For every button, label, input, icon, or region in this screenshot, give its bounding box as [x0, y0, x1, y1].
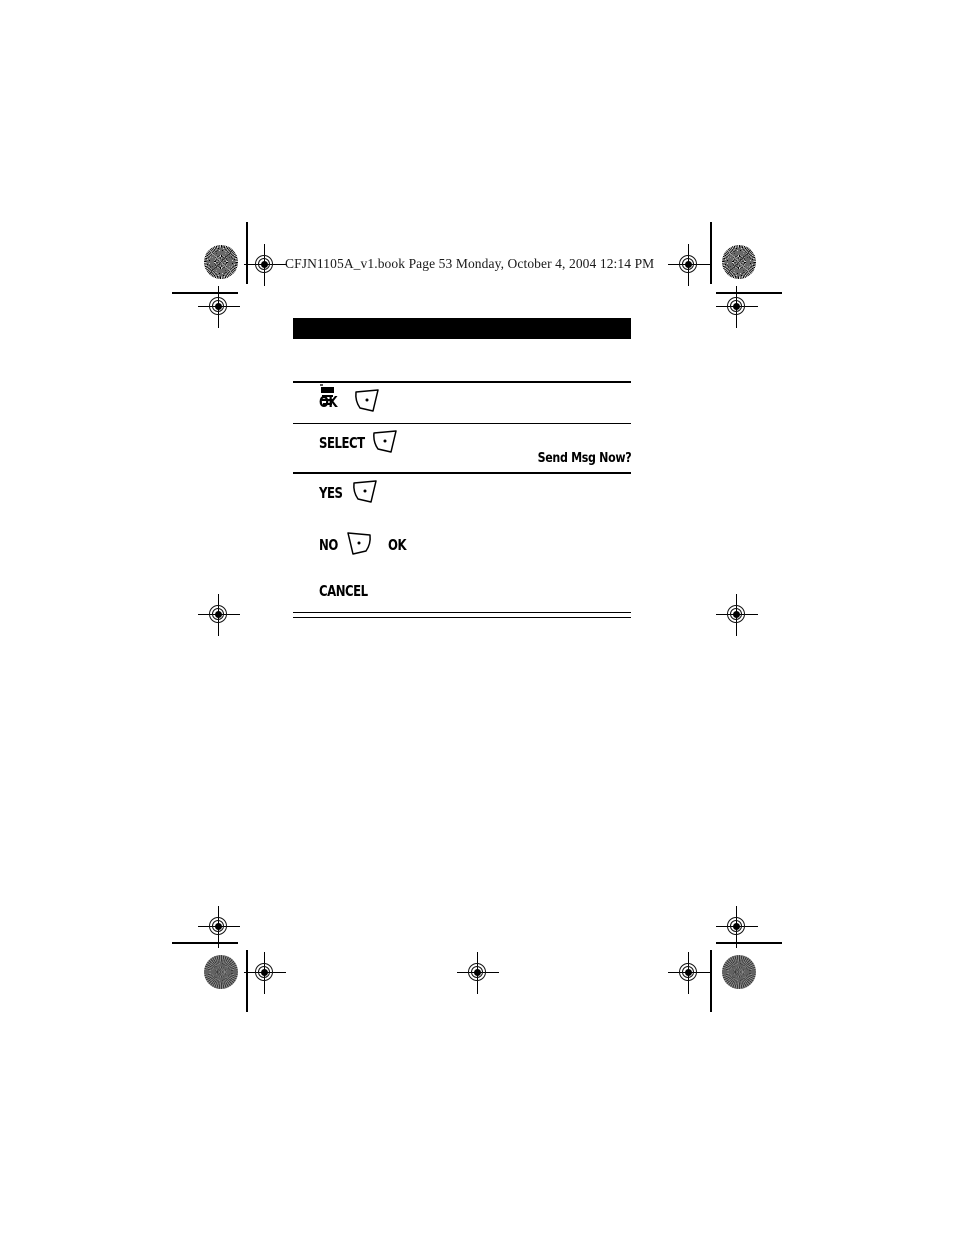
halftone-density-patch: [204, 245, 238, 279]
halftone-density-patch: [722, 955, 756, 989]
registration-target-mark: [716, 286, 758, 328]
registration-target-mark: [457, 952, 499, 994]
registration-target-mark: [198, 594, 240, 636]
step-row-no: NO OK: [293, 526, 631, 572]
crop-mark-line: [246, 950, 248, 1012]
registration-target-mark: [198, 286, 240, 328]
registration-target-mark: [198, 906, 240, 948]
right-soft-key-icon: [353, 388, 381, 413]
step-row-select: SELECT Send Msg Now?: [293, 424, 631, 472]
step-row-ok: OK: [293, 383, 631, 423]
registration-target-mark: [244, 244, 286, 286]
step-label-ok-secondary: OK: [388, 535, 407, 554]
registration-target-mark: [716, 906, 758, 948]
crop-mark-line: [710, 950, 712, 1012]
halftone-density-patch: [722, 245, 756, 279]
step-label-no: NO: [319, 535, 338, 554]
step-label-ok: OK: [319, 392, 338, 411]
right-soft-key-icon: [351, 480, 379, 504]
halftone-density-patch: [204, 955, 238, 989]
crop-mark-line: [246, 222, 248, 284]
running-header-filename: CFJN1105A_v1.book Page 53 Monday, Octobe…: [285, 256, 655, 271]
menu-icon-row: [293, 339, 631, 405]
step-row-cancel: CANCEL: [293, 572, 631, 612]
registration-target-mark: [716, 594, 758, 636]
step-label-yes: YES: [319, 483, 343, 502]
step-row-yes: YES: [293, 474, 631, 526]
crop-mark-line: [172, 942, 238, 944]
step-label-cancel: CANCEL: [319, 581, 368, 600]
page-content: OK SELECT Send Msg Now? YES NO OK CANCEL: [293, 318, 631, 618]
registration-target-mark: [668, 952, 710, 994]
left-soft-key-icon: [345, 532, 373, 556]
scanned-manual-page: CFJN1105A_v1.book Page 53 Monday, Octobe…: [0, 0, 954, 1235]
crop-mark-line: [710, 222, 712, 284]
phone-display-prompt: Send Msg Now?: [537, 450, 631, 467]
table-rule-bottom-double: [293, 611, 631, 618]
crop-mark-line: [716, 942, 782, 944]
right-soft-key-icon: [371, 430, 399, 454]
registration-target-mark: [244, 952, 286, 994]
section-heading-bar: [293, 318, 631, 339]
step-label-select: SELECT: [319, 434, 365, 453]
registration-target-mark: [668, 244, 710, 286]
